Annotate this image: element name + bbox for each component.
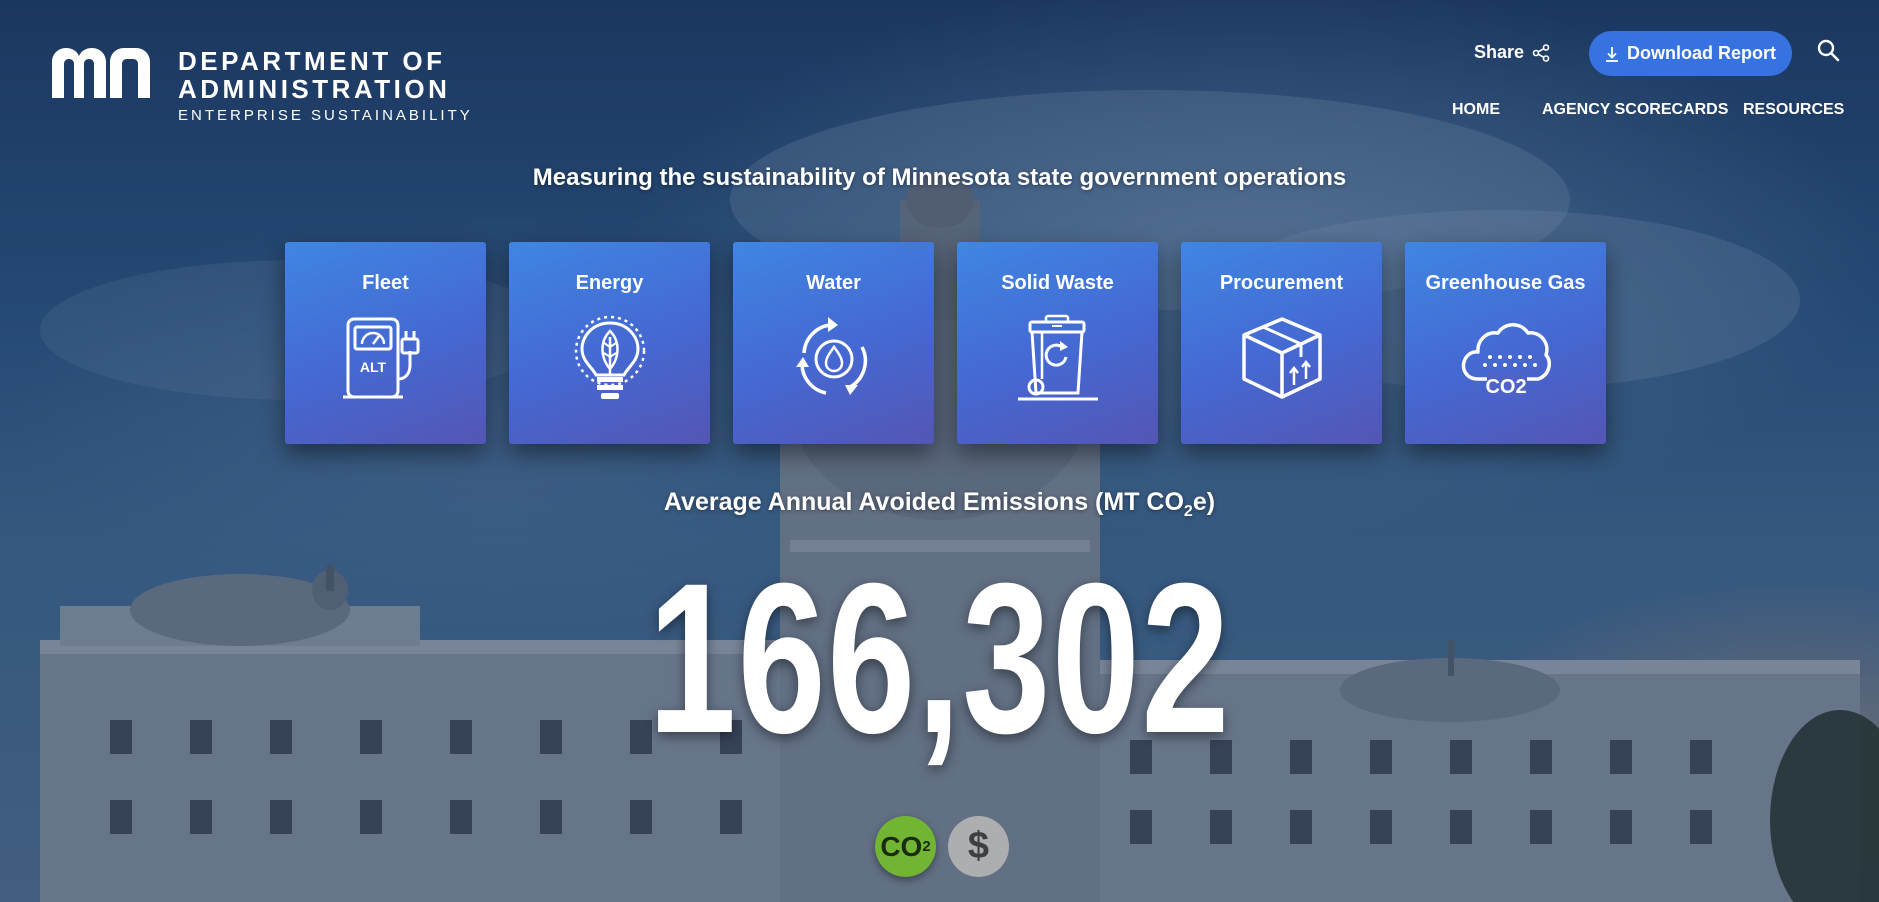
- tile-label: Procurement: [1219, 272, 1344, 294]
- metric-label-subscript: 2: [1183, 503, 1193, 520]
- hero-tagline: Measuring the sustainability of Minnesot…: [532, 164, 1347, 191]
- metric-label: Average Annual Avoided Emissions (MT CO2…: [0, 488, 1879, 521]
- dollar-icon: $: [967, 825, 990, 867]
- tile-label: Greenhouse Gas: [1425, 272, 1586, 294]
- avoided-emissions-value: 166,302: [648, 539, 1231, 778]
- tile-fleet[interactable]: Fleet ALT: [285, 242, 486, 444]
- tile-label: Water: [806, 272, 861, 294]
- category-tiles: Fleet ALT Energy Water Solid Waste Procu…: [285, 242, 1606, 444]
- package-box-icon: [1241, 317, 1322, 399]
- fleet-ev-charger-icon: ALT: [342, 317, 419, 399]
- co2-cloud-text: CO2: [1485, 376, 1526, 398]
- tile-procurement[interactable]: Procurement: [1181, 242, 1382, 444]
- share-label: Share: [1474, 42, 1525, 62]
- search-icon[interactable]: [1816, 38, 1840, 62]
- download-icon: [1606, 46, 1618, 62]
- nav-agency-scorecards[interactable]: AGENCY SCORECARDS: [1542, 101, 1728, 119]
- tile-water[interactable]: Water: [733, 242, 934, 444]
- metric-label-prefix: Average Annual Avoided Emissions (MT CO: [663, 488, 1184, 516]
- download-report-button[interactable]: Download Report: [1589, 31, 1792, 76]
- co2-cloud-icon: CO2: [1461, 323, 1551, 398]
- mn-logo-icon: [52, 48, 150, 98]
- share-button[interactable]: Share: [1474, 42, 1550, 63]
- tile-label: Solid Waste: [1001, 272, 1114, 294]
- fleet-alt-text: ALT: [359, 359, 386, 375]
- cost-toggle-button[interactable]: $: [948, 816, 1009, 877]
- lightbulb-leaf-icon: [574, 315, 645, 399]
- recycling-bin-icon: [1017, 314, 1098, 401]
- tile-solid-waste[interactable]: Solid Waste: [957, 242, 1158, 444]
- download-report-label: Download Report: [1627, 43, 1776, 63]
- co2-toggle-subscript: 2: [922, 838, 931, 855]
- nav-home[interactable]: HOME: [1452, 101, 1500, 119]
- tile-energy[interactable]: Energy: [509, 242, 710, 444]
- logo-line-administration: ADMINISTRATION: [178, 74, 451, 104]
- water-cycle-icon: [795, 317, 867, 395]
- tile-greenhouse-gas[interactable]: Greenhouse Gas CO2: [1405, 242, 1606, 444]
- nav-resources[interactable]: RESOURCES: [1743, 101, 1844, 119]
- metric-unit-toggles: CO 2 $: [875, 816, 1009, 877]
- co2-toggle-text: CO: [880, 830, 923, 862]
- tile-label: Fleet: [362, 272, 409, 294]
- share-icon: [1532, 43, 1550, 62]
- metric-label-suffix: e): [1192, 488, 1216, 516]
- main-nav: HOME AGENCY SCORECARDS RESOURCES: [0, 101, 1879, 123]
- tile-label: Energy: [575, 272, 644, 294]
- logo-line-department: DEPARTMENT OF: [178, 46, 446, 76]
- co2-toggle-button[interactable]: CO 2: [875, 816, 936, 877]
